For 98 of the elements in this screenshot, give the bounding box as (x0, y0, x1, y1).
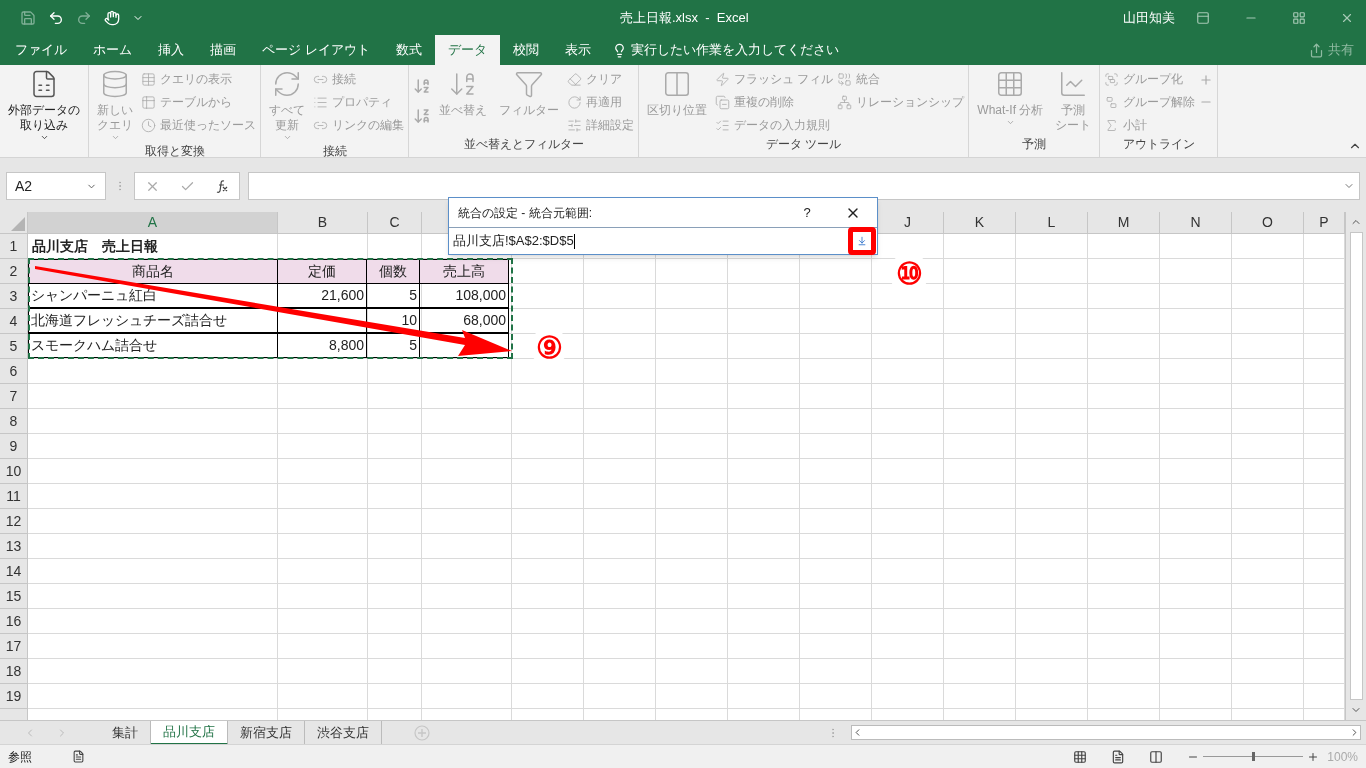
group-label: 予測 (1021, 136, 1048, 153)
row-header[interactable]: 8 (0, 409, 28, 434)
row-header[interactable]: 7 (0, 384, 28, 409)
row-header[interactable]: 4 (0, 309, 28, 334)
undo-icon[interactable] (48, 9, 64, 26)
status-mode: 参照 (8, 748, 32, 766)
ribbon-icon (837, 94, 853, 110)
tell-me-field[interactable]: 実行したい作業を入力してください (630, 40, 839, 60)
formula-field[interactable] (248, 172, 1360, 200)
page-break-view-icon[interactable] (1149, 749, 1164, 764)
ribbon-tab[interactable]: 校閲 (499, 35, 552, 65)
table-cell: 68,000 (419, 308, 509, 333)
redo-icon[interactable] (76, 9, 92, 26)
restore-icon[interactable] (1292, 10, 1306, 25)
ribbon-icon (272, 69, 302, 99)
group-label: アウトライン (1121, 136, 1196, 153)
column-header[interactable]: M (1088, 212, 1160, 233)
group-label: 並べ替えとフィルター (462, 136, 585, 153)
select-all-triangle-icon[interactable] (11, 217, 25, 231)
row-header[interactable]: 5 (0, 334, 28, 359)
ribbon-tab[interactable]: データ (434, 35, 500, 65)
zoom-slider-thumb[interactable] (1252, 752, 1256, 761)
ribbon-icon (837, 71, 853, 87)
macro-record-icon[interactable] (72, 750, 85, 763)
range-field[interactable]: 品川支店!$A$2:$D$5 (449, 231, 848, 251)
column-header[interactable]: L (1016, 212, 1088, 233)
group-label: 接続 (321, 143, 348, 160)
sort-ascending-icon[interactable] (413, 77, 431, 95)
ribbon-icon (1104, 94, 1120, 110)
row-header[interactable]: 3 (0, 284, 28, 309)
ribbon-tab[interactable]: 描画 (197, 35, 249, 65)
dialog-title: 統合の設定 - 統合元範囲: (458, 204, 593, 222)
row-header[interactable]: 19 (0, 684, 28, 709)
expand-dialog-button[interactable] (848, 227, 876, 255)
expand-icon (857, 236, 867, 246)
row-header[interactable]: 13 (0, 534, 28, 559)
horizontal-scrollbar[interactable] (851, 725, 1361, 740)
ribbon-icon (662, 69, 692, 99)
ribbon-tab[interactable]: 挿入 (145, 35, 197, 65)
touch-mode-icon[interactable] (104, 9, 120, 26)
row-header[interactable]: 12 (0, 509, 28, 534)
column-header[interactable]: O (1232, 212, 1304, 233)
zoom-in-icon[interactable] (1307, 750, 1320, 763)
ribbon-icon (567, 71, 582, 87)
page-layout-view-icon[interactable] (1111, 749, 1126, 764)
row-header[interactable]: 11 (0, 484, 28, 509)
row-header[interactable]: 2 (0, 259, 28, 284)
ribbon-icon (715, 71, 730, 87)
save-icon[interactable] (20, 9, 36, 26)
row-header[interactable]: 14 (0, 559, 28, 584)
ribbon-tab[interactable]: 表示 (551, 35, 604, 65)
share-icon[interactable] (1309, 42, 1324, 58)
add-sheet-icon[interactable] (414, 724, 430, 741)
row-header[interactable]: 1 (0, 234, 28, 259)
column-header[interactable]: B (278, 212, 368, 233)
ribbon-icon (313, 94, 328, 110)
ribbon-icon (715, 94, 730, 110)
ribbon-options-icon[interactable] (1196, 10, 1210, 25)
ribbon-button[interactable]: 外部データの 取り込み (4, 69, 84, 142)
ribbon-icon (100, 69, 130, 99)
column-header[interactable]: N (1160, 212, 1232, 233)
row-header[interactable]: 6 (0, 359, 28, 384)
ribbon-icon (567, 94, 582, 110)
ribbon-icon (1104, 71, 1120, 87)
group-label: 取得と変換 (143, 143, 206, 160)
zoom-level: 100% (1327, 748, 1358, 766)
ribbon-icon (141, 94, 156, 110)
name-box[interactable]: A2 (6, 172, 106, 200)
function-icon[interactable] (215, 179, 229, 193)
ribbon-tab[interactable]: 数式 (382, 35, 435, 65)
ribbon-icon (514, 69, 544, 99)
sort-descending-icon[interactable] (413, 107, 431, 125)
column-header[interactable]: A (28, 212, 278, 233)
column-header[interactable]: K (944, 212, 1016, 233)
ribbon-tab[interactable]: ファイル (2, 35, 80, 65)
row-header[interactable]: 10 (0, 459, 28, 484)
group-label: データ ツール (765, 136, 843, 153)
sheet-tab[interactable]: 品川支店 (151, 720, 228, 745)
help-button[interactable]: ? (797, 202, 817, 223)
ribbon-icon (141, 117, 156, 133)
row-header[interactable]: 16 (0, 609, 28, 634)
row-header[interactable]: 15 (0, 584, 28, 609)
table-cell: 108,000 (419, 283, 509, 308)
row-header[interactable]: 9 (0, 434, 28, 459)
sheet-title: 品川支店 売上日報 (31, 237, 159, 256)
ribbon-icon (715, 117, 730, 133)
row-header[interactable]: 18 (0, 659, 28, 684)
user-name: 山田知美 (1123, 8, 1175, 27)
show-detail-icon[interactable] (1199, 73, 1214, 87)
ribbon-tab[interactable]: ホーム (80, 35, 145, 65)
vertical-scrollbar[interactable] (1345, 212, 1366, 720)
ribbon-tab[interactable]: ページ レイアウト (249, 35, 383, 65)
column-header[interactable]: C (368, 212, 422, 233)
row-header[interactable]: 17 (0, 634, 28, 659)
ribbon-icon (567, 117, 582, 133)
ribbon-icon (141, 71, 156, 87)
window-title: 売上日報.xlsx - Excel (620, 8, 749, 27)
normal-view-icon[interactable] (1073, 749, 1088, 764)
